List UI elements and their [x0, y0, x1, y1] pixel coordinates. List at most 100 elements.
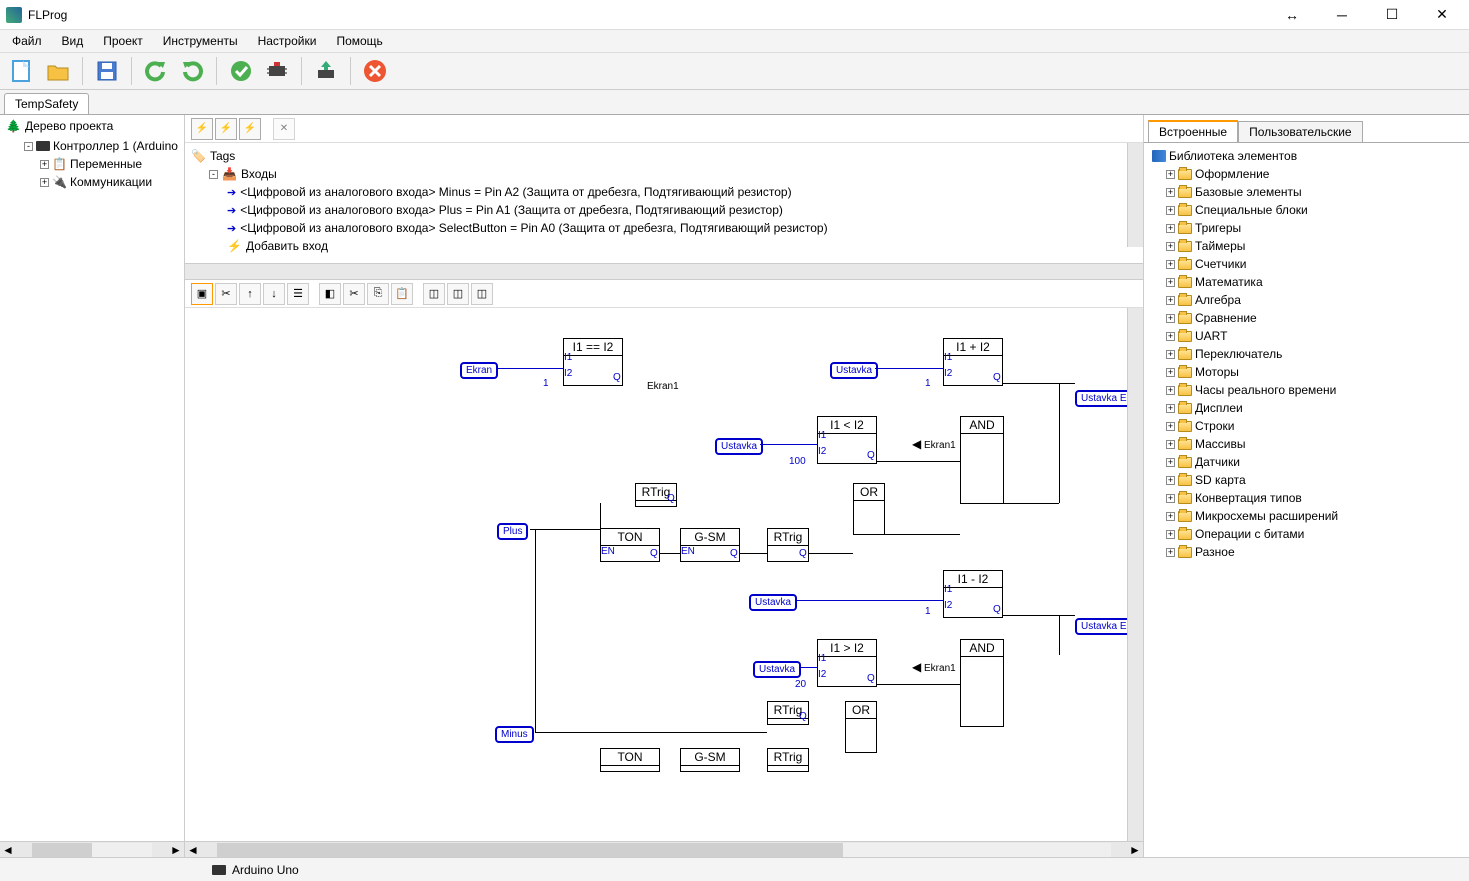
menu-view[interactable]: Вид [54, 32, 92, 50]
expand-icon[interactable]: + [1166, 530, 1175, 539]
canvas-hscroll[interactable]: ◄ ► [185, 841, 1143, 857]
tree-node-communications[interactable]: +🔌Коммуникации [4, 173, 180, 191]
library-category[interactable]: +Сравнение [1148, 309, 1465, 327]
tags-vscroll[interactable] [1127, 143, 1143, 247]
library-category[interactable]: +Датчики [1148, 453, 1465, 471]
expand-icon[interactable]: + [1166, 440, 1175, 449]
undo-button[interactable] [140, 55, 172, 87]
collapse-icon[interactable]: - [24, 142, 33, 151]
library-category[interactable]: +Базовые элементы [1148, 183, 1465, 201]
tree-node-variables[interactable]: +📋Переменные [4, 155, 180, 173]
tag-item-selectbutton[interactable]: ➔<Цифровой из аналогового входа> SelectB… [191, 219, 1137, 237]
expand-icon[interactable]: + [1166, 350, 1175, 359]
menu-settings[interactable]: Настройки [250, 32, 325, 50]
tag-add-input[interactable]: ⚡Добавить вход [191, 237, 1137, 255]
tags-root[interactable]: 🏷️Tags [191, 147, 1137, 165]
canvas-btn-select[interactable]: ▣ [191, 283, 213, 305]
save-button[interactable] [91, 55, 123, 87]
tag-input[interactable]: Ustavka [830, 362, 878, 379]
library-root[interactable]: Библиотека элементов [1148, 147, 1465, 165]
tags-delete-button[interactable]: ✕ [273, 118, 295, 140]
library-category[interactable]: +Алгебра [1148, 291, 1465, 309]
expand-icon[interactable]: + [1166, 260, 1175, 269]
menu-tools[interactable]: Инструменты [155, 32, 246, 50]
expand-icon[interactable]: + [1166, 458, 1175, 467]
maximize-button[interactable]: ☐ [1371, 6, 1413, 23]
expand-icon[interactable]: + [1166, 386, 1175, 395]
expand-icon[interactable]: + [1166, 296, 1175, 305]
canvas-btn-6[interactable]: ◧ [319, 283, 341, 305]
expand-icon[interactable]: + [40, 178, 49, 187]
tag-input[interactable]: Plus [497, 523, 528, 540]
canvas-btn-10[interactable]: ◫ [423, 283, 445, 305]
tree-node-controller[interactable]: -Контроллер 1 (Arduino [4, 137, 180, 155]
expand-icon[interactable]: + [1166, 206, 1175, 215]
canvas-btn-paste[interactable]: 📋 [391, 283, 413, 305]
fbd-block[interactable]: TON [600, 748, 660, 772]
close-button[interactable]: ✕ [1421, 6, 1463, 23]
canvas-btn-down[interactable]: ↓ [263, 283, 285, 305]
library-category[interactable]: +Строки [1148, 417, 1465, 435]
fbd-block[interactable]: OR [853, 483, 885, 535]
library-category[interactable]: +Часы реального времени [1148, 381, 1465, 399]
tag-output[interactable]: ◀ Ekran1 [908, 436, 960, 452]
tags-btn-2[interactable]: ⚡ [215, 118, 237, 140]
fbd-block[interactable]: RTrig [767, 748, 809, 772]
canvas-btn-up[interactable]: ↑ [239, 283, 261, 305]
tag-item-minus[interactable]: ➔<Цифровой из аналогового входа> Minus =… [191, 183, 1137, 201]
expand-icon[interactable]: + [1166, 548, 1175, 557]
library-category[interactable]: +Оформление [1148, 165, 1465, 183]
expand-icon[interactable]: + [1166, 188, 1175, 197]
menu-help[interactable]: Помощь [328, 32, 390, 50]
library-category[interactable]: +Дисплеи [1148, 399, 1465, 417]
upload-button[interactable] [310, 55, 342, 87]
menu-project[interactable]: Проект [95, 32, 151, 50]
tag-output[interactable]: ◀ Ekran1 [908, 659, 960, 675]
library-category[interactable]: +Таймеры [1148, 237, 1465, 255]
new-file-button[interactable] [6, 55, 38, 87]
tag-input[interactable]: Ustavka [753, 661, 801, 678]
library-category[interactable]: +Микросхемы расширений [1148, 507, 1465, 525]
fbd-block[interactable]: G-SM [680, 748, 740, 772]
tab-builtin[interactable]: Встроенные [1148, 120, 1238, 142]
expand-icon[interactable]: + [1166, 278, 1175, 287]
canvas-vscroll[interactable] [1127, 308, 1143, 841]
menu-file[interactable]: Файл [4, 32, 50, 50]
doc-tab-tempsafety[interactable]: TempSafety [4, 93, 89, 114]
canvas-btn-5[interactable]: ☰ [287, 283, 309, 305]
project-tree[interactable]: -Контроллер 1 (Arduino +📋Переменные +🔌Ко… [0, 137, 184, 841]
fbd-block[interactable]: AND [960, 639, 1004, 727]
expand-icon[interactable]: + [1166, 224, 1175, 233]
expand-icon[interactable]: + [1166, 404, 1175, 413]
tab-user[interactable]: Пользовательские [1238, 121, 1363, 142]
compile-button[interactable] [261, 55, 293, 87]
tag-input[interactable]: Ustavka [715, 438, 763, 455]
library-category[interactable]: +SD карта [1148, 471, 1465, 489]
library-category[interactable]: +Массивы [1148, 435, 1465, 453]
expand-icon[interactable]: + [1166, 242, 1175, 251]
resize-icon[interactable]: ↔ [1271, 7, 1313, 23]
library-tree[interactable]: Библиотека элементов +Оформление+Базовые… [1144, 143, 1469, 857]
open-file-button[interactable] [42, 55, 74, 87]
tags-btn-1[interactable]: ⚡ [191, 118, 213, 140]
expand-icon[interactable]: + [40, 160, 49, 169]
library-category[interactable]: +Счетчики [1148, 255, 1465, 273]
tags-group-inputs[interactable]: -📥Входы [191, 165, 1137, 183]
tag-input[interactable]: Ekran [460, 362, 498, 379]
tags-hscroll[interactable] [185, 263, 1143, 279]
library-category[interactable]: +Специальные блоки [1148, 201, 1465, 219]
canvas-area[interactable]: I1 == I2I1I2QI1 + I2I1I2QI1 < I2I1I2QAND… [185, 308, 1143, 841]
expand-icon[interactable]: + [1166, 368, 1175, 377]
expand-icon[interactable]: + [1166, 332, 1175, 341]
redo-button[interactable] [176, 55, 208, 87]
expand-icon[interactable]: + [1166, 494, 1175, 503]
library-category[interactable]: +Переключатель [1148, 345, 1465, 363]
expand-icon[interactable]: + [1166, 170, 1175, 179]
canvas-btn-11[interactable]: ◫ [447, 283, 469, 305]
canvas-btn-copy[interactable]: ⎘ [367, 283, 389, 305]
stop-button[interactable] [359, 55, 391, 87]
library-category[interactable]: +Тригеры [1148, 219, 1465, 237]
expand-icon[interactable]: + [1166, 422, 1175, 431]
tag-input[interactable]: Ustavka [749, 594, 797, 611]
library-category[interactable]: +Моторы [1148, 363, 1465, 381]
